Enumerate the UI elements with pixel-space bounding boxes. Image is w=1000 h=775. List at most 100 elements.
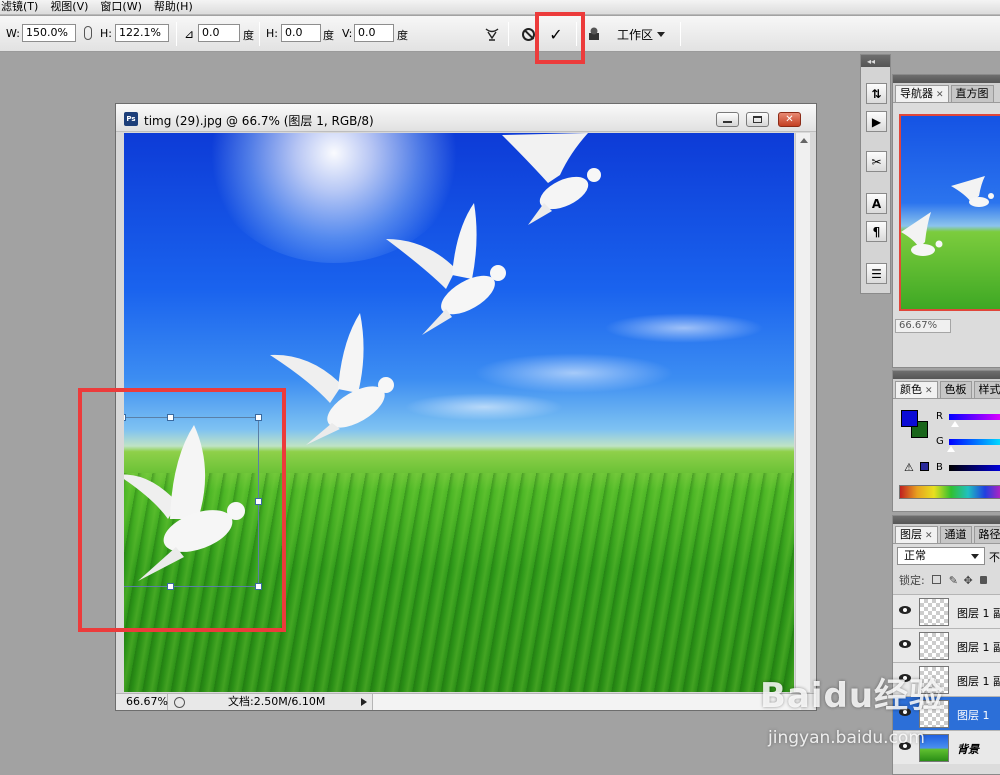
separator bbox=[576, 22, 577, 46]
chevron-down-icon bbox=[657, 31, 666, 37]
height-input[interactable]: 122.1% bbox=[115, 24, 169, 42]
eye-icon[interactable] bbox=[899, 606, 911, 614]
warp-icon[interactable] bbox=[482, 24, 502, 44]
workspace-button[interactable]: 工作区 bbox=[617, 24, 666, 44]
lock-paint-icon[interactable]: ✎ bbox=[949, 574, 958, 587]
layer-row[interactable]: 图层 1 副本 bbox=[893, 628, 1000, 662]
close-button[interactable]: ✕ bbox=[778, 112, 801, 127]
tab-swatches[interactable]: 色板 bbox=[939, 381, 972, 398]
angle-unit: 度 bbox=[243, 29, 254, 42]
separator bbox=[259, 22, 260, 46]
link-chain-icon[interactable] bbox=[84, 26, 92, 40]
scroll-up-icon[interactable] bbox=[800, 138, 808, 143]
document-titlebar[interactable]: Ps timg (29).jpg @ 66.7% (图层 1, RGB/8) ✕ bbox=[116, 104, 816, 132]
vskew-unit: 度 bbox=[397, 29, 408, 42]
channel-b-slider[interactable] bbox=[949, 465, 1000, 471]
tab-histogram[interactable]: 直方图 bbox=[950, 85, 994, 102]
channel-b-label: B bbox=[936, 462, 943, 473]
baidu-watermark: Baidu经验 jingyan.baidu.com bbox=[760, 668, 1000, 768]
document-statusbar: 66.67% 文档:2.50M/6.10M bbox=[116, 693, 816, 710]
commit-transform-icon[interactable]: ✓ bbox=[546, 24, 566, 44]
dock-header[interactable]: ◂◂ bbox=[861, 55, 890, 67]
transform-handle[interactable] bbox=[124, 414, 126, 421]
history-icon[interactable]: ⇅ bbox=[866, 83, 887, 104]
tab-color[interactable]: 颜色 ✕ bbox=[895, 381, 938, 398]
transform-handle[interactable] bbox=[255, 414, 262, 421]
horizontal-scrollbar[interactable] bbox=[372, 694, 801, 710]
panel-header[interactable] bbox=[893, 75, 1000, 83]
angle-icon: ⊿ bbox=[184, 27, 195, 41]
minimize-button[interactable] bbox=[716, 112, 739, 127]
tab-navigator[interactable]: 导航器 ✕ bbox=[895, 85, 949, 102]
vertical-scrollbar[interactable] bbox=[795, 133, 810, 692]
document-title: timg (29).jpg @ 66.7% (图层 1, RGB/8) bbox=[144, 114, 374, 128]
lock-all-icon[interactable] bbox=[980, 576, 988, 584]
photoshop-icon: Ps bbox=[124, 112, 138, 126]
slider-handle[interactable] bbox=[951, 421, 959, 427]
lock-transparency-icon[interactable] bbox=[932, 575, 942, 584]
transform-bounding-box[interactable] bbox=[124, 414, 262, 590]
cancel-transform-icon[interactable] bbox=[518, 24, 538, 44]
slider-handle[interactable] bbox=[947, 446, 955, 452]
layer-name: 图层 1 副本 bbox=[957, 607, 1000, 620]
navigator-thumbnail[interactable] bbox=[899, 114, 1000, 311]
layer-thumbnail bbox=[919, 632, 949, 660]
foreground-color-swatch[interactable] bbox=[901, 410, 918, 427]
play-icon[interactable] bbox=[361, 698, 367, 706]
panel-header[interactable] bbox=[893, 371, 1000, 379]
layer-comps-icon[interactable]: ☰ bbox=[866, 263, 887, 284]
status-info-icon[interactable] bbox=[174, 697, 185, 708]
tab-layers[interactable]: 图层 ✕ bbox=[895, 526, 938, 543]
layers-tabs: 图层 ✕ 通道 路径 bbox=[893, 524, 1000, 544]
cloud bbox=[404, 393, 564, 421]
gamut-warning-icon[interactable]: ⚠ bbox=[904, 461, 914, 474]
blend-mode-select[interactable]: 正常 bbox=[897, 547, 985, 565]
image-canvas[interactable] bbox=[124, 133, 794, 692]
dove-image bbox=[270, 313, 394, 445]
transform-handle[interactable] bbox=[167, 414, 174, 421]
cloud bbox=[604, 313, 764, 343]
layer-row[interactable]: 图层 1 副本 bbox=[893, 594, 1000, 628]
color-spectrum-bar[interactable] bbox=[899, 485, 1000, 499]
angle-input[interactable]: 0.0 bbox=[198, 24, 240, 42]
separator bbox=[176, 22, 177, 46]
menu-filter[interactable]: 滤镜(T) bbox=[0, 0, 44, 14]
transform-handle[interactable] bbox=[255, 498, 262, 505]
channel-r-label: R bbox=[936, 411, 943, 422]
character-icon[interactable]: A bbox=[866, 193, 887, 214]
navigator-panel: 导航器 ✕ 直方图 66.67% bbox=[892, 74, 1000, 368]
transform-handle[interactable] bbox=[167, 583, 174, 590]
tool-presets-icon[interactable]: ✂ bbox=[866, 151, 887, 172]
channel-g-slider[interactable] bbox=[949, 439, 1000, 445]
paragraph-icon[interactable]: ¶ bbox=[866, 221, 887, 242]
menu-bar: 滤镜(T) 视图(V) 窗口(W) 帮助(H) bbox=[0, 0, 1000, 15]
gamut-color-swatch[interactable] bbox=[920, 462, 929, 471]
tab-channels[interactable]: 通道 bbox=[939, 526, 972, 543]
vskew-input[interactable]: 0.0 bbox=[354, 24, 394, 42]
navigator-zoom-input[interactable]: 66.67% bbox=[895, 319, 951, 333]
eye-icon[interactable] bbox=[899, 640, 911, 648]
chevron-down-icon bbox=[971, 554, 979, 559]
lock-row: 锁定: ✎ ✥ bbox=[899, 572, 988, 588]
actions-play-icon[interactable]: ▶ bbox=[866, 111, 887, 132]
watermark-url: jingyan.baidu.com bbox=[768, 728, 925, 748]
zoom-readout[interactable]: 66.67% bbox=[120, 694, 168, 710]
width-input[interactable]: 150.0% bbox=[22, 24, 76, 42]
lock-move-icon[interactable]: ✥ bbox=[963, 574, 972, 587]
vskew-label: V: bbox=[342, 27, 353, 40]
menu-view[interactable]: 视图(V) bbox=[44, 0, 94, 14]
tab-styles[interactable]: 样式 bbox=[973, 381, 1000, 398]
menu-window[interactable]: 窗口(W) bbox=[94, 0, 147, 14]
channel-r-slider[interactable] bbox=[949, 414, 1000, 420]
collapsed-panel-dock: ◂◂ ⇅ ▶ ✂ A ¶ ☰ bbox=[860, 54, 891, 294]
tab-paths[interactable]: 路径 bbox=[973, 526, 1000, 543]
menu-help[interactable]: 帮助(H) bbox=[148, 0, 199, 14]
layer-thumbnail bbox=[919, 598, 949, 626]
navigator-tabs: 导航器 ✕ 直方图 bbox=[893, 83, 1000, 103]
hskew-input[interactable]: 0.0 bbox=[281, 24, 321, 42]
panel-header[interactable] bbox=[893, 516, 1000, 524]
maximize-button[interactable] bbox=[746, 112, 769, 127]
transform-handle[interactable] bbox=[255, 583, 262, 590]
document-info: 文档:2.50M/6.10M bbox=[228, 695, 326, 708]
workspace-icon[interactable] bbox=[584, 24, 604, 44]
